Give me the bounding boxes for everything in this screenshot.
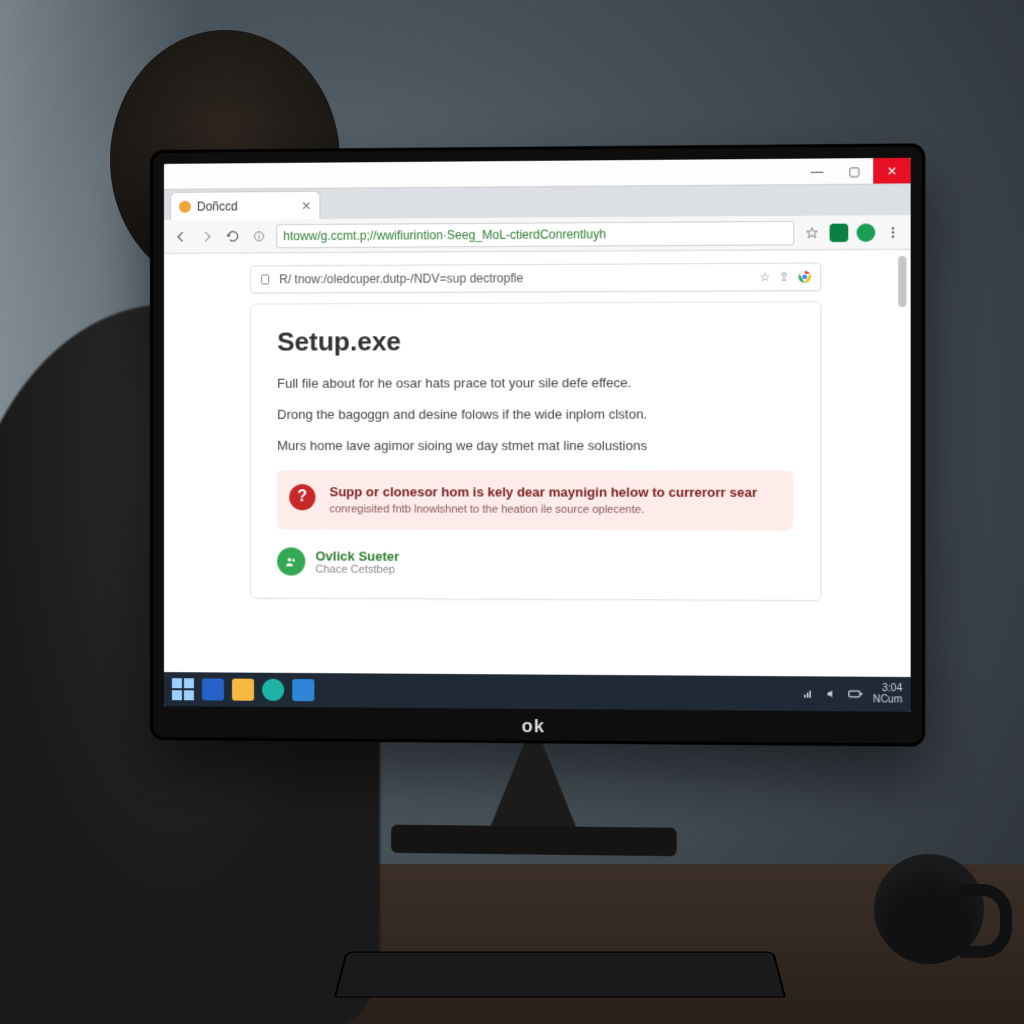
- page-info-button[interactable]: [250, 227, 268, 245]
- chrome-icon: [797, 270, 812, 284]
- people-icon: [284, 555, 298, 569]
- description-line-1: Full file about for he osar hats prace t…: [277, 373, 793, 395]
- start-button[interactable]: [172, 678, 194, 700]
- monitor-stand: [487, 743, 579, 835]
- inner-share-icon[interactable]: ⇪: [779, 270, 789, 284]
- url-text: htoww/g.ccmt.p;//wwifiurintion·Seeg_MoL-…: [283, 227, 606, 243]
- warning-title: Supp or clonesor hom is kely dear maynig…: [329, 485, 776, 501]
- inner-star-icon[interactable]: ☆: [759, 270, 770, 284]
- inner-url-text: R/ tnow:/oledcuper.dutp-/NDV=sup dectrop…: [279, 270, 751, 286]
- signal-icon: [802, 688, 814, 700]
- window-maximize-button[interactable]: ▢: [836, 158, 873, 184]
- system-tray[interactable]: 3:04 NCum: [802, 682, 902, 705]
- page-content: R/ tnow:/oledcuper.dutp-/NDV=sup dectrop…: [164, 250, 911, 677]
- bookmark-button[interactable]: [803, 223, 822, 241]
- tray-battery-icon[interactable]: [848, 689, 863, 699]
- taskbar-app-2[interactable]: [232, 679, 254, 701]
- menu-button[interactable]: [884, 223, 903, 242]
- inner-profile-icon[interactable]: [797, 270, 812, 284]
- arrow-right-icon: [200, 229, 214, 243]
- page-scrollbar[interactable]: [898, 250, 908, 677]
- taskbar-app-4[interactable]: [292, 679, 314, 701]
- taskbar-app-3[interactable]: [262, 679, 284, 701]
- window-minimize-button[interactable]: —: [798, 158, 835, 184]
- star-icon: [805, 225, 820, 239]
- browser-toolbar: htoww/g.ccmt.p;//wwifiurintion·Seeg_MoL-…: [164, 215, 911, 254]
- tray-volume-icon[interactable]: [825, 688, 837, 700]
- volume-icon: [825, 688, 837, 700]
- inner-address-bar[interactable]: R/ tnow:/oledcuper.dutp-/NDV=sup dectrop…: [250, 262, 821, 293]
- scrollbar-thumb[interactable]: [898, 256, 906, 307]
- inner-page-icon: [259, 273, 271, 285]
- tray-network-icon[interactable]: [802, 688, 814, 700]
- description-line-2: Drong the bagoggn and desine folows if t…: [277, 404, 793, 425]
- extension-icon-2[interactable]: [857, 223, 876, 241]
- tab-strip: Doñccd ✕: [164, 184, 911, 220]
- monitor: ok — ▢ ✕ Doñccd ✕: [150, 143, 925, 746]
- taskbar-app-1[interactable]: [202, 678, 224, 700]
- warning-alert: ? Supp or clonesor hom is kely dear mayn…: [277, 470, 793, 530]
- clock-time: 3:04: [873, 683, 903, 694]
- monitor-stand-base: [391, 825, 677, 857]
- publisher-sub: Chace Cetstbep: [315, 563, 399, 575]
- content-card: Setup.exe Full file about for he osar ha…: [250, 301, 821, 601]
- tab-title: Doñccd: [197, 199, 238, 213]
- arrow-left-icon: [174, 229, 188, 243]
- page-title: Setup.exe: [277, 325, 793, 358]
- taskbar-clock[interactable]: 3:04 NCum: [873, 683, 903, 706]
- info-icon: [253, 230, 265, 242]
- coffee-mug: [874, 854, 984, 964]
- publisher-name: Ovlick Sueter: [315, 548, 399, 563]
- screen: — ▢ ✕ Doñccd ✕: [164, 158, 911, 712]
- page-icon: [259, 273, 271, 285]
- extension-icon[interactable]: [830, 223, 849, 241]
- monitor-brand: ok: [522, 716, 545, 737]
- address-bar[interactable]: htoww/g.ccmt.p;//wwifiurintion·Seeg_MoL-…: [276, 220, 794, 247]
- keyboard: [334, 952, 786, 998]
- publisher-text: Ovlick Sueter Chace Cetstbep: [315, 548, 399, 575]
- tab-close-icon[interactable]: ✕: [301, 198, 311, 212]
- publisher-row: Ovlick Sueter Chace Cetstbep: [277, 548, 793, 578]
- forward-button[interactable]: [198, 227, 216, 245]
- reload-button[interactable]: [224, 227, 242, 245]
- kebab-icon: [886, 225, 901, 239]
- tab-favicon-icon: [179, 200, 191, 212]
- warning-icon: ?: [289, 485, 315, 511]
- clock-sub: NCum: [873, 694, 903, 705]
- verified-icon: [277, 548, 305, 576]
- window-close-button[interactable]: ✕: [873, 158, 910, 184]
- back-button[interactable]: [172, 227, 190, 245]
- os-taskbar: 3:04 NCum: [164, 672, 911, 712]
- description-line-3: Murs home lave agimor sioing we day stme…: [277, 435, 793, 456]
- reload-icon: [226, 229, 240, 243]
- browser-tab[interactable]: Doñccd ✕: [170, 191, 320, 220]
- battery-icon: [848, 689, 863, 699]
- warning-subtext: conregisited fntb lnowlshnet to the heat…: [329, 504, 776, 517]
